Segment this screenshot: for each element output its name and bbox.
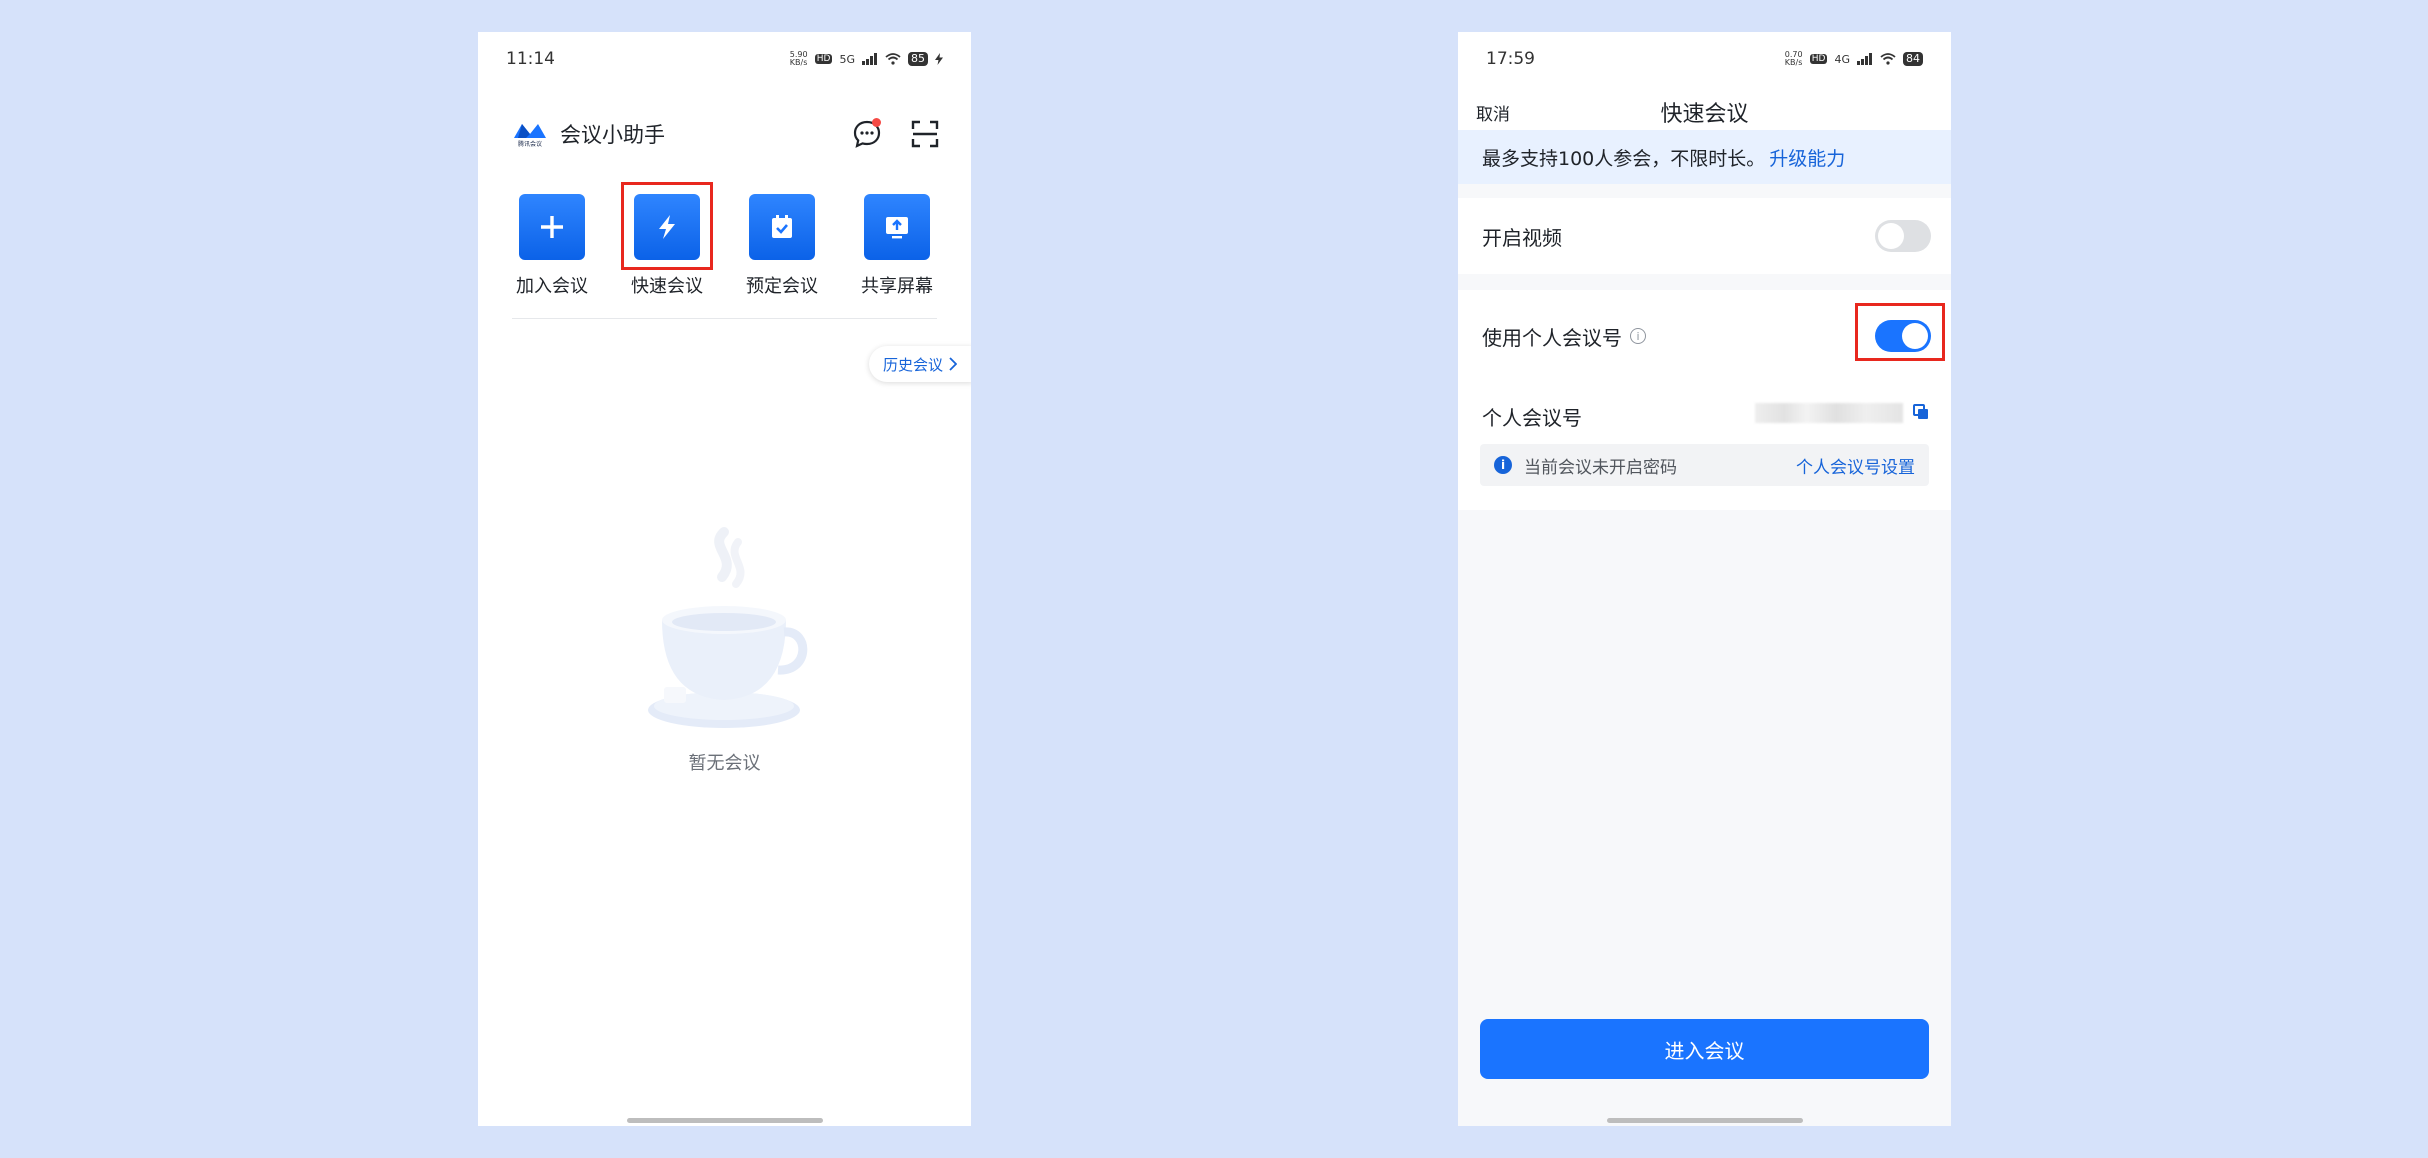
share-screen-icon — [886, 217, 908, 239]
copy-icon[interactable] — [1913, 404, 1929, 420]
phone-screen-left: 11:14 5.90 KB/s HD 5G 85 腾讯会议 会议小助手 加入会议… — [478, 32, 971, 1126]
capacity-notice: 最多支持100人参会，不限时长。 升级能力 — [1458, 130, 1951, 184]
password-notice: i 当前会议未开启密码 个人会议号设置 — [1480, 444, 1929, 486]
network-type: 4G — [1834, 52, 1850, 66]
home-indicator[interactable] — [626, 1118, 823, 1123]
highlight-box — [621, 182, 713, 270]
status-bar: 11:14 5.90 KB/s HD 5G 85 — [478, 32, 971, 86]
app-header: 腾讯会议 会议小助手 — [512, 106, 945, 162]
status-time: 11:14 — [506, 49, 555, 69]
status-bar: 17:59 0.70 KB/s HD 4G 84 — [1458, 32, 1951, 86]
status-time: 17:59 — [1486, 49, 1535, 69]
page-title: 会议小助手 — [560, 123, 665, 147]
network-speed: 0.70 KB/s — [1784, 50, 1803, 67]
phone-screen-right: 17:59 0.70 KB/s HD 4G 84 取消 快速会议 最多支持100… — [1458, 32, 1951, 1126]
plus-icon — [541, 216, 563, 238]
signal-icon — [1857, 53, 1872, 65]
quick-actions: 加入会议 快速会议 预定会议 共享屏幕 — [496, 182, 953, 298]
messages-button[interactable] — [847, 114, 887, 154]
home-indicator[interactable] — [1606, 1118, 1803, 1123]
join-meeting-button[interactable]: 加入会议 — [496, 194, 608, 298]
scan-button[interactable] — [905, 114, 945, 154]
wifi-icon — [1880, 53, 1896, 65]
notice-text: 最多支持100人参会，不限时长。 — [1482, 147, 1766, 170]
wifi-icon — [885, 53, 901, 65]
history-label: 历史会议 — [882, 355, 943, 374]
meeting-id-label: 个人会议号 — [1482, 406, 1582, 430]
highlight-box — [1855, 303, 1945, 361]
battery-level: 84 — [1903, 52, 1923, 66]
history-meetings-button[interactable]: 历史会议 — [868, 346, 971, 382]
enter-meeting-button[interactable]: 进入会议 — [1480, 1019, 1929, 1079]
empty-coffee-cup-illustration — [648, 527, 808, 728]
battery-level: 85 — [908, 52, 928, 66]
nav-bar: 取消 快速会议 — [1458, 86, 1951, 136]
network-speed: 5.90 KB/s — [789, 50, 808, 67]
notification-dot — [872, 118, 881, 127]
divider — [512, 318, 937, 319]
logo-caption: 腾讯会议 — [517, 141, 542, 148]
personal-id-label: 使用个人会议号 — [1482, 325, 1622, 350]
video-row: 开启视频 — [1458, 198, 1951, 274]
signal-icon — [862, 53, 877, 65]
hd-badge: HD — [814, 54, 833, 64]
chevron-right-icon — [949, 357, 957, 371]
action-label: 预定会议 — [746, 276, 818, 297]
video-label: 开启视频 — [1482, 225, 1562, 250]
action-label: 共享屏幕 — [861, 276, 933, 297]
password-notice-text: 当前会议未开启密码 — [1524, 457, 1677, 478]
personal-id-settings-link[interactable]: 个人会议号设置 — [1796, 453, 1915, 478]
upgrade-link[interactable]: 升级能力 — [1769, 144, 1845, 171]
empty-state-text: 暂无会议 — [688, 753, 761, 774]
tencent-meeting-logo: 腾讯会议 — [512, 114, 548, 154]
charging-icon — [935, 53, 943, 65]
cancel-button[interactable]: 取消 — [1476, 100, 1510, 125]
action-label: 加入会议 — [516, 276, 588, 297]
scan-icon — [911, 120, 939, 148]
action-label: 快速会议 — [631, 276, 703, 297]
video-toggle[interactable] — [1875, 220, 1931, 252]
hd-badge: HD — [1809, 54, 1828, 64]
schedule-meeting-button[interactable]: 预定会议 — [726, 194, 838, 298]
share-screen-button[interactable]: 共享屏幕 — [841, 194, 953, 298]
calendar-check-icon — [772, 215, 792, 238]
info-icon[interactable]: i — [1630, 328, 1646, 344]
info-filled-icon: i — [1494, 456, 1512, 474]
network-type: 5G — [839, 52, 855, 66]
quick-meeting-button[interactable]: 快速会议 — [611, 182, 723, 298]
personal-id-row: 使用个人会议号 i — [1458, 290, 1951, 382]
page-title: 快速会议 — [1660, 102, 1749, 127]
meeting-id-value-blurred — [1755, 403, 1903, 423]
